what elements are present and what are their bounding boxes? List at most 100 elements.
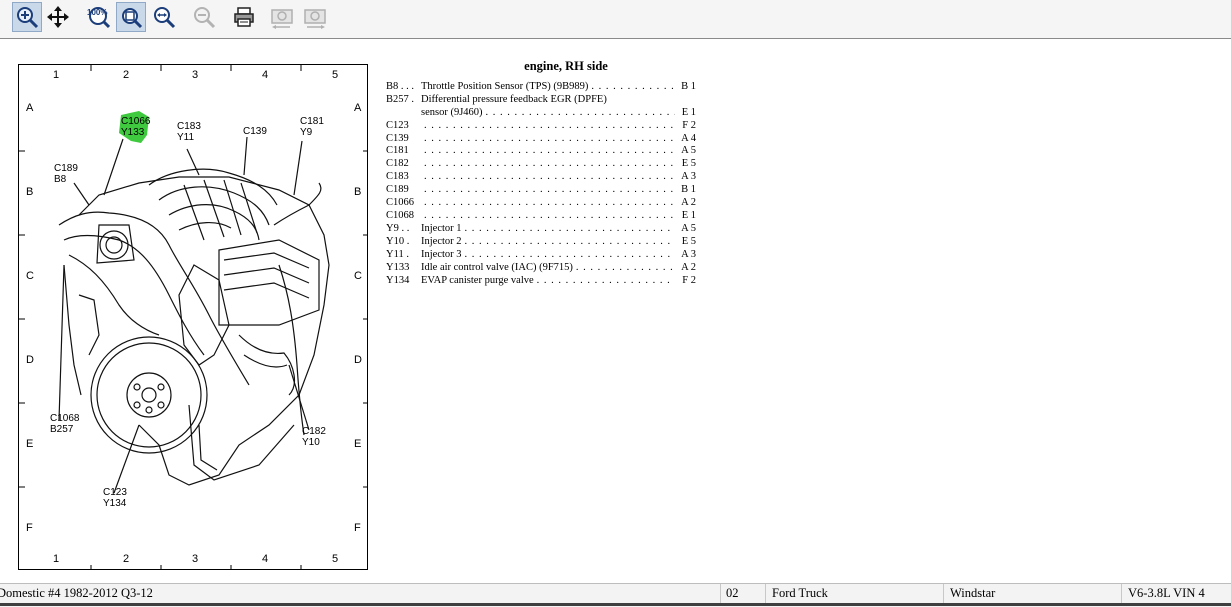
callout-c1068-label: C1068 — [50, 413, 80, 424]
legend-code — [386, 107, 421, 120]
grid-row-e-left: E — [26, 438, 34, 450]
printer-icon — [234, 7, 254, 27]
callout-c123[interactable]: C123 Y134 — [103, 487, 127, 509]
zoom-in-button[interactable] — [12, 2, 42, 32]
legend-code: Y11 . — [386, 248, 409, 260]
zoom-fit-icon — [122, 8, 143, 29]
legend-row[interactable]: B257 . Differential pressure feedback EGR… — [386, 94, 696, 107]
zoom-width-icon — [154, 7, 176, 29]
grid-col-2-bottom: 2 — [123, 553, 130, 565]
legend-row[interactable]: Y9 . . Injector 1 . . . . . . . . . . . .… — [386, 223, 696, 236]
callout-c139[interactable]: C139 — [243, 126, 267, 137]
grid-col-3-top: 3 — [192, 69, 199, 81]
legend-description: Injector 2 — [421, 235, 462, 247]
toolbar: 100% — [0, 0, 1231, 39]
legend-grid-location: A 5 — [681, 222, 696, 234]
legend-code: C189 — [386, 184, 409, 196]
grid-row-f-left: F — [26, 522, 33, 534]
status-divider — [720, 584, 721, 605]
callout-b257-label: B257 — [50, 424, 74, 435]
legend-leader-dots: . . . . . . . . . . . . . . . . . . . . … — [575, 261, 675, 273]
legend-row[interactable]: C183 . . . . . . . . . . . . . . . . . .… — [386, 171, 696, 184]
legend-grid-location: B 1 — [681, 184, 696, 196]
pan-button[interactable] — [43, 2, 73, 32]
legend-description: Throttle Position Sensor (TPS) (9B989) — [421, 80, 589, 92]
legend-row[interactable]: C182 . . . . . . . . . . . . . . . . . .… — [386, 158, 696, 171]
grid-col-1-top: 1 — [53, 69, 60, 81]
legend-description: EVAP canister purge valve — [421, 274, 534, 286]
legend-row[interactable]: C181 . . . . . . . . . . . . . . . . . .… — [386, 145, 696, 158]
move-arrows-icon — [47, 6, 69, 28]
legend-grid-location: E 5 — [681, 158, 696, 170]
legend-grid-location: F 2 — [682, 119, 696, 131]
camera-back-icon — [271, 9, 293, 29]
legend-code: C123 — [386, 119, 409, 131]
legend-row[interactable]: C139 . . . . . . . . . . . . . . . . . .… — [386, 133, 696, 146]
print-button[interactable] — [229, 2, 259, 32]
legend-row[interactable]: C189 . . . . . . . . . . . . . . . . . .… — [386, 184, 696, 197]
callout-y10-label: Y10 — [302, 437, 320, 448]
camera-forward-icon — [304, 9, 326, 29]
legend-row[interactable]: C123 . . . . . . . . . . . . . . . . . .… — [386, 120, 696, 133]
callout-c1068[interactable]: C1068 B257 — [50, 413, 79, 435]
zoom-fit-button[interactable] — [116, 2, 146, 32]
callout-c139-label: C139 — [243, 126, 267, 137]
legend-description: Injector 3 — [421, 248, 462, 260]
legend-leader-dots: . . . . . . . . . . . . . . . . . . . . … — [485, 106, 675, 118]
prev-page-button[interactable] — [267, 2, 297, 32]
callout-c182-label: C182 — [302, 426, 326, 437]
legend-code: Y134 — [386, 274, 410, 286]
legend-row[interactable]: C1068 . . . . . . . . . . . . . . . . . … — [386, 210, 696, 223]
legend-leader-dots: . . . . . . . . . . . . . . . . . . . . … — [424, 197, 675, 209]
grid-col-4-top: 4 — [262, 69, 269, 81]
legend-code: C182 — [386, 158, 409, 170]
callout-b8-label: B8 — [54, 174, 67, 185]
legend-code: B257 . — [386, 93, 415, 105]
legend-row[interactable]: Y133 Idle air control valve (IAC) (9F715)… — [386, 262, 696, 275]
legend-grid-location: B 1 — [681, 80, 696, 92]
callout-c189[interactable]: C189 B8 — [54, 163, 78, 185]
actual-size-button[interactable]: 100% — [83, 2, 113, 32]
legend-row[interactable]: Y11 . Injector 3 . . . . . . . . . . . . … — [386, 249, 696, 262]
grid-row-b-right: B — [354, 186, 362, 198]
zoom-100-label: 100% — [87, 8, 107, 17]
legend-grid-location: E 1 — [681, 209, 696, 221]
legend-description: Differential pressure feedback EGR (DPFE… — [421, 93, 607, 105]
grid-col-3-bottom: 3 — [192, 553, 199, 565]
legend-leader-dots: . . . . . . . . . . . . . . . . . . . . … — [424, 132, 675, 144]
legend-grid-location: E 5 — [681, 235, 696, 247]
legend-code: C1068 — [386, 209, 415, 221]
callout-c123-label: C123 — [103, 487, 127, 498]
legend-code: C1066 — [386, 197, 415, 209]
legend-row[interactable]: Y134 EVAP canister purge valve . . . . . … — [386, 275, 696, 288]
legend-description: sensor (9J460) — [421, 106, 483, 118]
callout-c1066[interactable]: C1066 Y133 — [121, 116, 150, 138]
grid-col-5-top: 5 — [332, 69, 339, 81]
next-page-button[interactable] — [300, 2, 330, 32]
zoom-width-button[interactable] — [149, 2, 179, 32]
status-divider — [765, 584, 766, 605]
callout-c181-label: C181 — [300, 116, 324, 127]
zoom-out-button[interactable] — [189, 2, 219, 32]
callout-c183[interactable]: C183 Y11 — [177, 121, 201, 143]
callout-c182[interactable]: C182 Y10 — [302, 426, 326, 448]
callout-c181[interactable]: C181 Y9 — [300, 116, 324, 138]
legend-code: Y133 — [386, 261, 410, 273]
legend-row[interactable]: Y10 . Injector 2 . . . . . . . . . . . . … — [386, 236, 696, 249]
engine-diagram[interactable]: 1 2 3 4 5 1 2 3 4 5 A B C D E F A B C D … — [18, 64, 368, 570]
legend-leader-dots: . . . . . . . . . . . . . . . . . . . . … — [464, 235, 675, 247]
callout-y134-label: Y134 — [103, 498, 127, 509]
legend-code: C181 — [386, 145, 409, 157]
grid-row-d-right: D — [354, 354, 362, 366]
legend-grid-location: E 1 — [681, 106, 696, 118]
legend-row[interactable]: sensor (9J460) . . . . . . . . . . . . .… — [386, 107, 696, 120]
grid-col-4-bottom: 4 — [262, 553, 269, 565]
legend-code: Y10 . — [386, 235, 410, 247]
legend-row[interactable]: C1066 . . . . . . . . . . . . . . . . . … — [386, 197, 696, 210]
callout-c189-label: C189 — [54, 163, 78, 174]
legend-row[interactable]: B8 . . . Throttle Position Sensor (TPS) (… — [386, 81, 696, 94]
zoom-100-icon: 100% — [87, 7, 110, 29]
zoom-out-icon — [194, 7, 216, 29]
zoom-in-icon — [17, 7, 39, 29]
status-model: Windstar — [950, 586, 996, 600]
